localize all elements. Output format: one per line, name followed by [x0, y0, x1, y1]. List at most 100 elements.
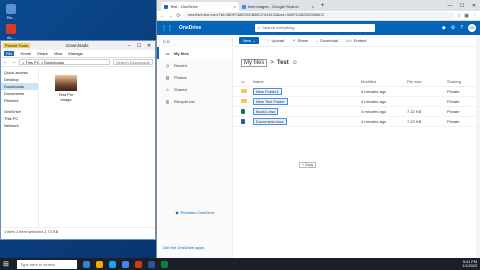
excel-icon[interactable] [161, 260, 168, 268]
tab-close-icon[interactable]: × [234, 4, 236, 9]
tab-google-search[interactable]: test images - Google Search × [239, 2, 317, 11]
ribbon-tab-home[interactable]: Home [20, 51, 31, 56]
onedrive-nav: C K ▭ My files ◷ Recent ▨ Photos ☺ Share… [157, 35, 233, 258]
file-name[interactable]: New Text Folder [253, 98, 288, 105]
close-button[interactable]: ✕ [468, 3, 480, 9]
scrollbar[interactable] [476, 35, 480, 258]
minimize-button[interactable]: — [444, 3, 456, 9]
system-clock[interactable]: 5:41 PM 1/1/2023 [462, 260, 477, 268]
recycle-bin-icon [6, 4, 16, 14]
file-explorer-window[interactable]: Picture Tools Downloads – ☐ ✕ File Home … [0, 40, 156, 240]
help-icon[interactable]: ? [460, 25, 463, 31]
table-row[interactable]: Book1.xlsx 4 minutes ago 7.22 KB Private [233, 107, 480, 117]
get-apps-link[interactable]: Get the OneDrive apps [163, 245, 204, 250]
explorer-search-input[interactable]: Search Downloads [113, 59, 153, 65]
settings-gear-icon[interactable]: ⚙ [451, 25, 455, 31]
url-bar[interactable]: onedrive.live.com/?id=36DFC6B230CB68C2%2… [184, 12, 454, 19]
file-explorer-icon[interactable] [96, 260, 103, 268]
close-icon[interactable]: ✕ [145, 43, 153, 49]
download-icon: ↓ [316, 38, 319, 43]
forward-arrow-icon[interactable]: → [168, 13, 173, 19]
bookmark-star-icon[interactable]: ☆ [457, 13, 461, 19]
trash-icon: ▥ [165, 98, 170, 104]
table-row[interactable]: New Text Folder 4 minutes ago Private [233, 97, 480, 107]
edge-icon[interactable] [109, 260, 116, 268]
nav-item-network[interactable]: Network [1, 122, 38, 129]
nav-item-documents[interactable]: Documents [1, 90, 38, 97]
back-arrow-icon[interactable]: ← [160, 13, 165, 19]
premium-label: Premium OneDrive [180, 209, 215, 215]
reload-icon[interactable]: ⟳ [176, 13, 181, 19]
file-name[interactable]: Document.docx [253, 118, 287, 125]
column-modified[interactable]: Modified [361, 79, 407, 84]
maximize-icon[interactable]: ☐ [135, 43, 143, 49]
forward-arrow-icon[interactable]: → [11, 59, 16, 65]
extensions-icon[interactable]: ▣ [464, 13, 469, 19]
new-tab-button[interactable]: + [317, 3, 329, 11]
nav-item-this-pc[interactable]: This PC [1, 115, 38, 122]
app-launcher-icon[interactable]: ⋮⋮ [161, 25, 173, 32]
file-type-icon: ▭ [241, 79, 245, 84]
avatar[interactable]: CK [468, 24, 476, 32]
maximize-button[interactable]: ☐ [456, 3, 468, 9]
ribbon-tab-file[interactable]: File [4, 51, 15, 56]
nav-item-recycle-bin[interactable]: ▥ Recycle bin [157, 95, 232, 107]
windows-start-icon[interactable]: ⊞ [3, 260, 11, 268]
file-thumbnail[interactable]: Test Pro Image [53, 75, 79, 102]
task-view-icon[interactable] [83, 260, 90, 268]
nav-item-recent[interactable]: ◷ Recent [157, 59, 232, 71]
column-file-size[interactable]: File size [407, 79, 447, 84]
search-placeholder: Search everything [262, 25, 295, 30]
nav-item-shared[interactable]: ☺ Shared [157, 83, 232, 95]
chrome-icon[interactable] [122, 260, 129, 268]
desktop-icon-recycle[interactable]: Re... [2, 4, 20, 20]
powerpoint-icon[interactable] [135, 260, 142, 268]
embed-icon: </> [346, 38, 352, 43]
nav-item-desktop[interactable]: Desktop [1, 76, 38, 83]
explorer-content: Test Pro Image [39, 67, 155, 227]
breadcrumb-my-files[interactable]: My files [241, 59, 268, 67]
desktop-icon-acrobat[interactable]: Ac... [2, 24, 20, 40]
nav-item-quick-access[interactable]: Quick access [1, 69, 38, 76]
table-row[interactable]: Document.docx 4 minutes ago 7.22 KB Priv… [233, 117, 480, 127]
file-modified: 4 minutes ago [361, 109, 387, 114]
word-file-icon [241, 118, 245, 124]
premium-onedrive-link[interactable]: ◆ Premium OneDrive [163, 207, 227, 217]
column-sharing[interactable]: Sharing [447, 79, 467, 84]
nav-item-onedrive[interactable]: OneDrive [1, 108, 38, 115]
embed-button[interactable]: </> Embed [346, 38, 366, 43]
upload-button[interactable]: ↑ Upload [267, 38, 284, 43]
tab-onedrive[interactable]: Test - OneDrive × [161, 2, 239, 11]
file-name[interactable]: Book1.xlsx [253, 108, 279, 115]
chrome-menu-icon[interactable]: ⋮ [472, 13, 477, 19]
breadcrumb-current: Test [276, 60, 289, 66]
ribbon-tab-share[interactable]: Share [37, 51, 48, 56]
search-icon: ⌕ [258, 25, 261, 30]
word-icon[interactable] [148, 260, 155, 268]
minimize-icon[interactable]: – [125, 43, 133, 49]
taskbar-search-input[interactable]: Type here to search [17, 259, 77, 269]
download-button[interactable]: ↓ Download [316, 38, 338, 43]
onedrive-favicon-icon [164, 4, 168, 9]
nav-item-my-files[interactable]: ▭ My files [157, 47, 232, 59]
onedrive-search-input[interactable]: ⌕ Search everything [255, 24, 375, 32]
nav-item-pictures[interactable]: Pictures [1, 97, 38, 104]
share-button[interactable]: ↗ Share [292, 38, 308, 43]
onedrive-brand[interactable]: OneDrive [179, 25, 249, 31]
file-name[interactable]: New Folder1 [253, 88, 282, 95]
column-name[interactable]: Name [253, 79, 361, 84]
premium-diamond-icon[interactable]: ◆ [442, 25, 446, 31]
chrome-window[interactable]: Test - OneDrive × test images - Google S… [156, 0, 480, 258]
ribbon-tab-manage[interactable]: Manage [68, 51, 82, 56]
back-arrow-icon[interactable]: ← [3, 59, 8, 65]
new-button[interactable]: New ⌄ [239, 37, 260, 44]
tab-close-icon[interactable]: × [312, 4, 314, 9]
ribbon-tab-view[interactable]: View [54, 51, 63, 56]
explorer-titlebar[interactable]: Picture Tools Downloads – ☐ ✕ [1, 41, 155, 50]
nav-item-photos[interactable]: ▨ Photos [157, 71, 232, 83]
photo-icon: ▨ [165, 74, 170, 80]
table-row[interactable]: New Folder1 4 minutes ago Private [233, 87, 480, 97]
explorer-address-field[interactable]: > This PC > Downloads [19, 59, 110, 65]
nav-item-downloads[interactable]: Downloads [1, 83, 38, 90]
chevron-right-icon: > [270, 60, 274, 66]
